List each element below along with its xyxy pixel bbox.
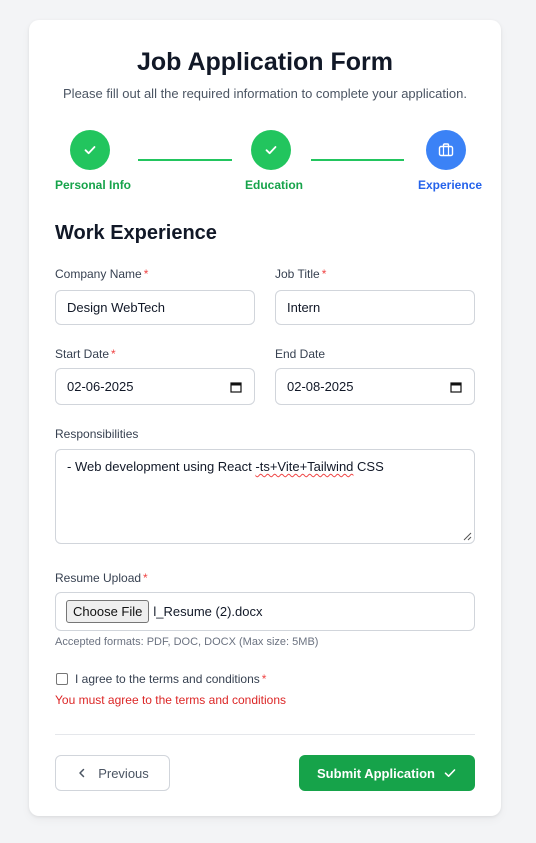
calendar-icon[interactable] <box>449 380 463 394</box>
page-title: Job Application Form <box>136 48 394 76</box>
submit-button-label: Submit Application <box>317 765 435 781</box>
responsibilities-text-end: CSS <box>353 459 384 474</box>
step-connector <box>311 159 404 161</box>
step-experience <box>426 130 466 170</box>
resize-handle-icon[interactable] <box>463 532 472 541</box>
previous-button[interactable]: Previous <box>55 755 170 791</box>
end-date-value: 02-08-2025 <box>287 379 354 394</box>
step-label-experience: Experience <box>418 178 483 192</box>
resume-upload-label: Resume Upload * <box>55 571 148 585</box>
job-title-label: Job Title * <box>275 267 327 281</box>
end-date-input[interactable]: 02-08-2025 <box>275 368 475 405</box>
chevron-left-icon <box>76 767 88 779</box>
resume-file-input[interactable]: Choose File l_Resume (2).docx <box>55 592 475 631</box>
spellcheck-flagged-text: -ts+Vite+Tailwind <box>255 459 354 474</box>
company-name-label: Company Name * <box>55 267 149 281</box>
responsibilities-label: Responsibilities <box>55 427 139 441</box>
terms-label[interactable]: I agree to the terms and conditions * <box>75 672 266 686</box>
start-date-label: Start Date * <box>55 347 116 361</box>
application-card: Job Application Form Please fill out all… <box>29 20 501 816</box>
check-icon <box>443 766 457 780</box>
responsibilities-text: - Web development using React <box>67 459 256 474</box>
step-education <box>251 130 291 170</box>
previous-button-label: Previous <box>98 765 149 781</box>
submit-application-button[interactable]: Submit Application <box>299 755 475 791</box>
file-format-hint: Accepted formats: PDF, DOC, DOCX (Max si… <box>55 636 319 648</box>
check-icon <box>84 146 96 155</box>
company-name-input[interactable]: Design WebTech <box>55 290 255 325</box>
step-connector <box>138 159 232 161</box>
calendar-icon[interactable] <box>229 380 243 394</box>
page-subtitle: Please fill out all the required informa… <box>63 86 467 101</box>
check-icon <box>265 146 277 155</box>
divider <box>55 734 475 735</box>
end-date-label: End Date <box>275 347 326 361</box>
start-date-input[interactable]: 02-06-2025 <box>55 368 255 405</box>
terms-error-message: You must agree to the terms and conditio… <box>55 693 287 707</box>
terms-checkbox[interactable] <box>56 673 68 685</box>
start-date-value: 02-06-2025 <box>67 379 134 394</box>
responsibilities-textarea[interactable]: - Web development using React -ts+Vite+T… <box>55 449 475 544</box>
step-label-personal-info: Personal Info <box>55 178 132 192</box>
step-personal-info <box>70 130 110 170</box>
choose-file-button[interactable]: Choose File <box>66 600 150 623</box>
job-title-input[interactable]: Intern <box>275 290 475 325</box>
section-title: Work Experience <box>55 222 217 244</box>
briefcase-icon <box>438 143 454 157</box>
step-label-education: Education <box>245 178 304 192</box>
selected-file-name: l_Resume (2).docx <box>153 604 263 619</box>
